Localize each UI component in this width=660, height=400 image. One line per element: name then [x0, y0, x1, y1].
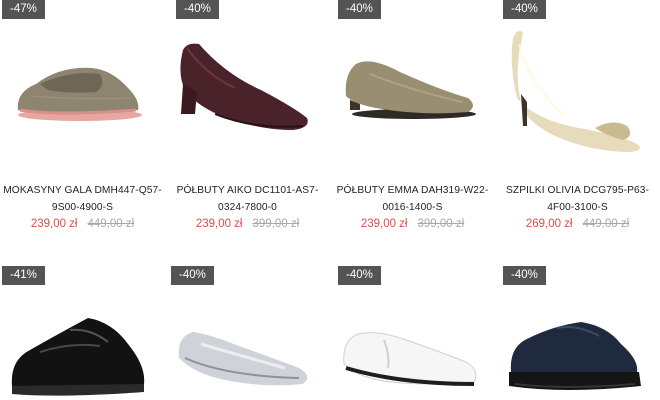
product-grid: -47% MOKASYNY GALA DMH447-Q57- 9S00-4900…	[0, 0, 660, 400]
sale-price: 239,00 zł	[360, 218, 408, 230]
discount-badge: -41%	[2, 266, 45, 285]
product-name[interactable]: PÓŁBUTY AIKO DC1101-AS7- 0324-7800-0	[165, 182, 330, 216]
product-card[interactable]: -47% MOKASYNY GALA DMH447-Q57- 9S00-4900…	[0, 0, 165, 240]
discount-badge: -40%	[338, 0, 381, 19]
sale-price: 269,00 zł	[525, 218, 573, 230]
original-price: 449,00 zł	[582, 218, 630, 230]
product-image-pump[interactable]	[165, 34, 330, 134]
original-price: 399,00 zł	[417, 218, 465, 230]
sale-price: 239,00 zł	[195, 218, 243, 230]
product-card[interactable]: -40% PÓŁBUTY AIKO DC1101-AS7- 0324-7800-…	[165, 0, 330, 240]
product-card[interactable]: -40%	[495, 266, 660, 400]
product-image-derby-patent[interactable]	[0, 312, 165, 398]
product-name[interactable]: PÓŁBUTY EMMA DAH319-W22- 0016-1400-S	[330, 182, 495, 216]
product-prices: 269,00 zł 449,00 zł	[495, 218, 660, 230]
product-image-derby-navy[interactable]	[495, 314, 660, 396]
product-card[interactable]: -40%	[165, 266, 330, 400]
product-prices: 239,00 zł 399,00 zł	[165, 218, 330, 230]
product-prices: 239,00 zł 449,00 zł	[0, 218, 165, 230]
discount-badge: -47%	[2, 0, 45, 19]
product-image-loafer[interactable]	[0, 40, 165, 140]
product-card[interactable]: -41%	[0, 266, 165, 400]
product-image-ballerina-silver[interactable]	[165, 324, 330, 394]
discount-badge: -40%	[171, 266, 214, 285]
original-price: 449,00 zł	[87, 218, 135, 230]
discount-badge: -40%	[338, 266, 381, 285]
original-price: 399,00 zł	[252, 218, 300, 230]
discount-badge: -40%	[503, 266, 546, 285]
product-name[interactable]: MOKASYNY GALA DMH447-Q57- 9S00-4900-S	[0, 182, 165, 216]
product-card[interactable]: -40%	[330, 266, 495, 400]
sale-price: 239,00 zł	[30, 218, 78, 230]
product-image-flat[interactable]	[330, 44, 495, 134]
product-card[interactable]: -40% SZPILKI OLIVIA DCG795-P63- 4F00-310…	[495, 0, 660, 240]
product-name[interactable]: SZPILKI OLIVIA DCG795-P63- 4F00-3100-S	[495, 182, 660, 216]
product-prices: 239,00 zł 399,00 zł	[330, 218, 495, 230]
discount-badge: -40%	[503, 0, 546, 19]
product-card[interactable]: -40% PÓŁBUTY EMMA DAH319-W22- 0016-1400-…	[330, 0, 495, 240]
product-image-stiletto[interactable]	[495, 24, 660, 154]
product-image-slipon-white[interactable]	[330, 320, 495, 394]
discount-badge: -40%	[176, 0, 219, 19]
